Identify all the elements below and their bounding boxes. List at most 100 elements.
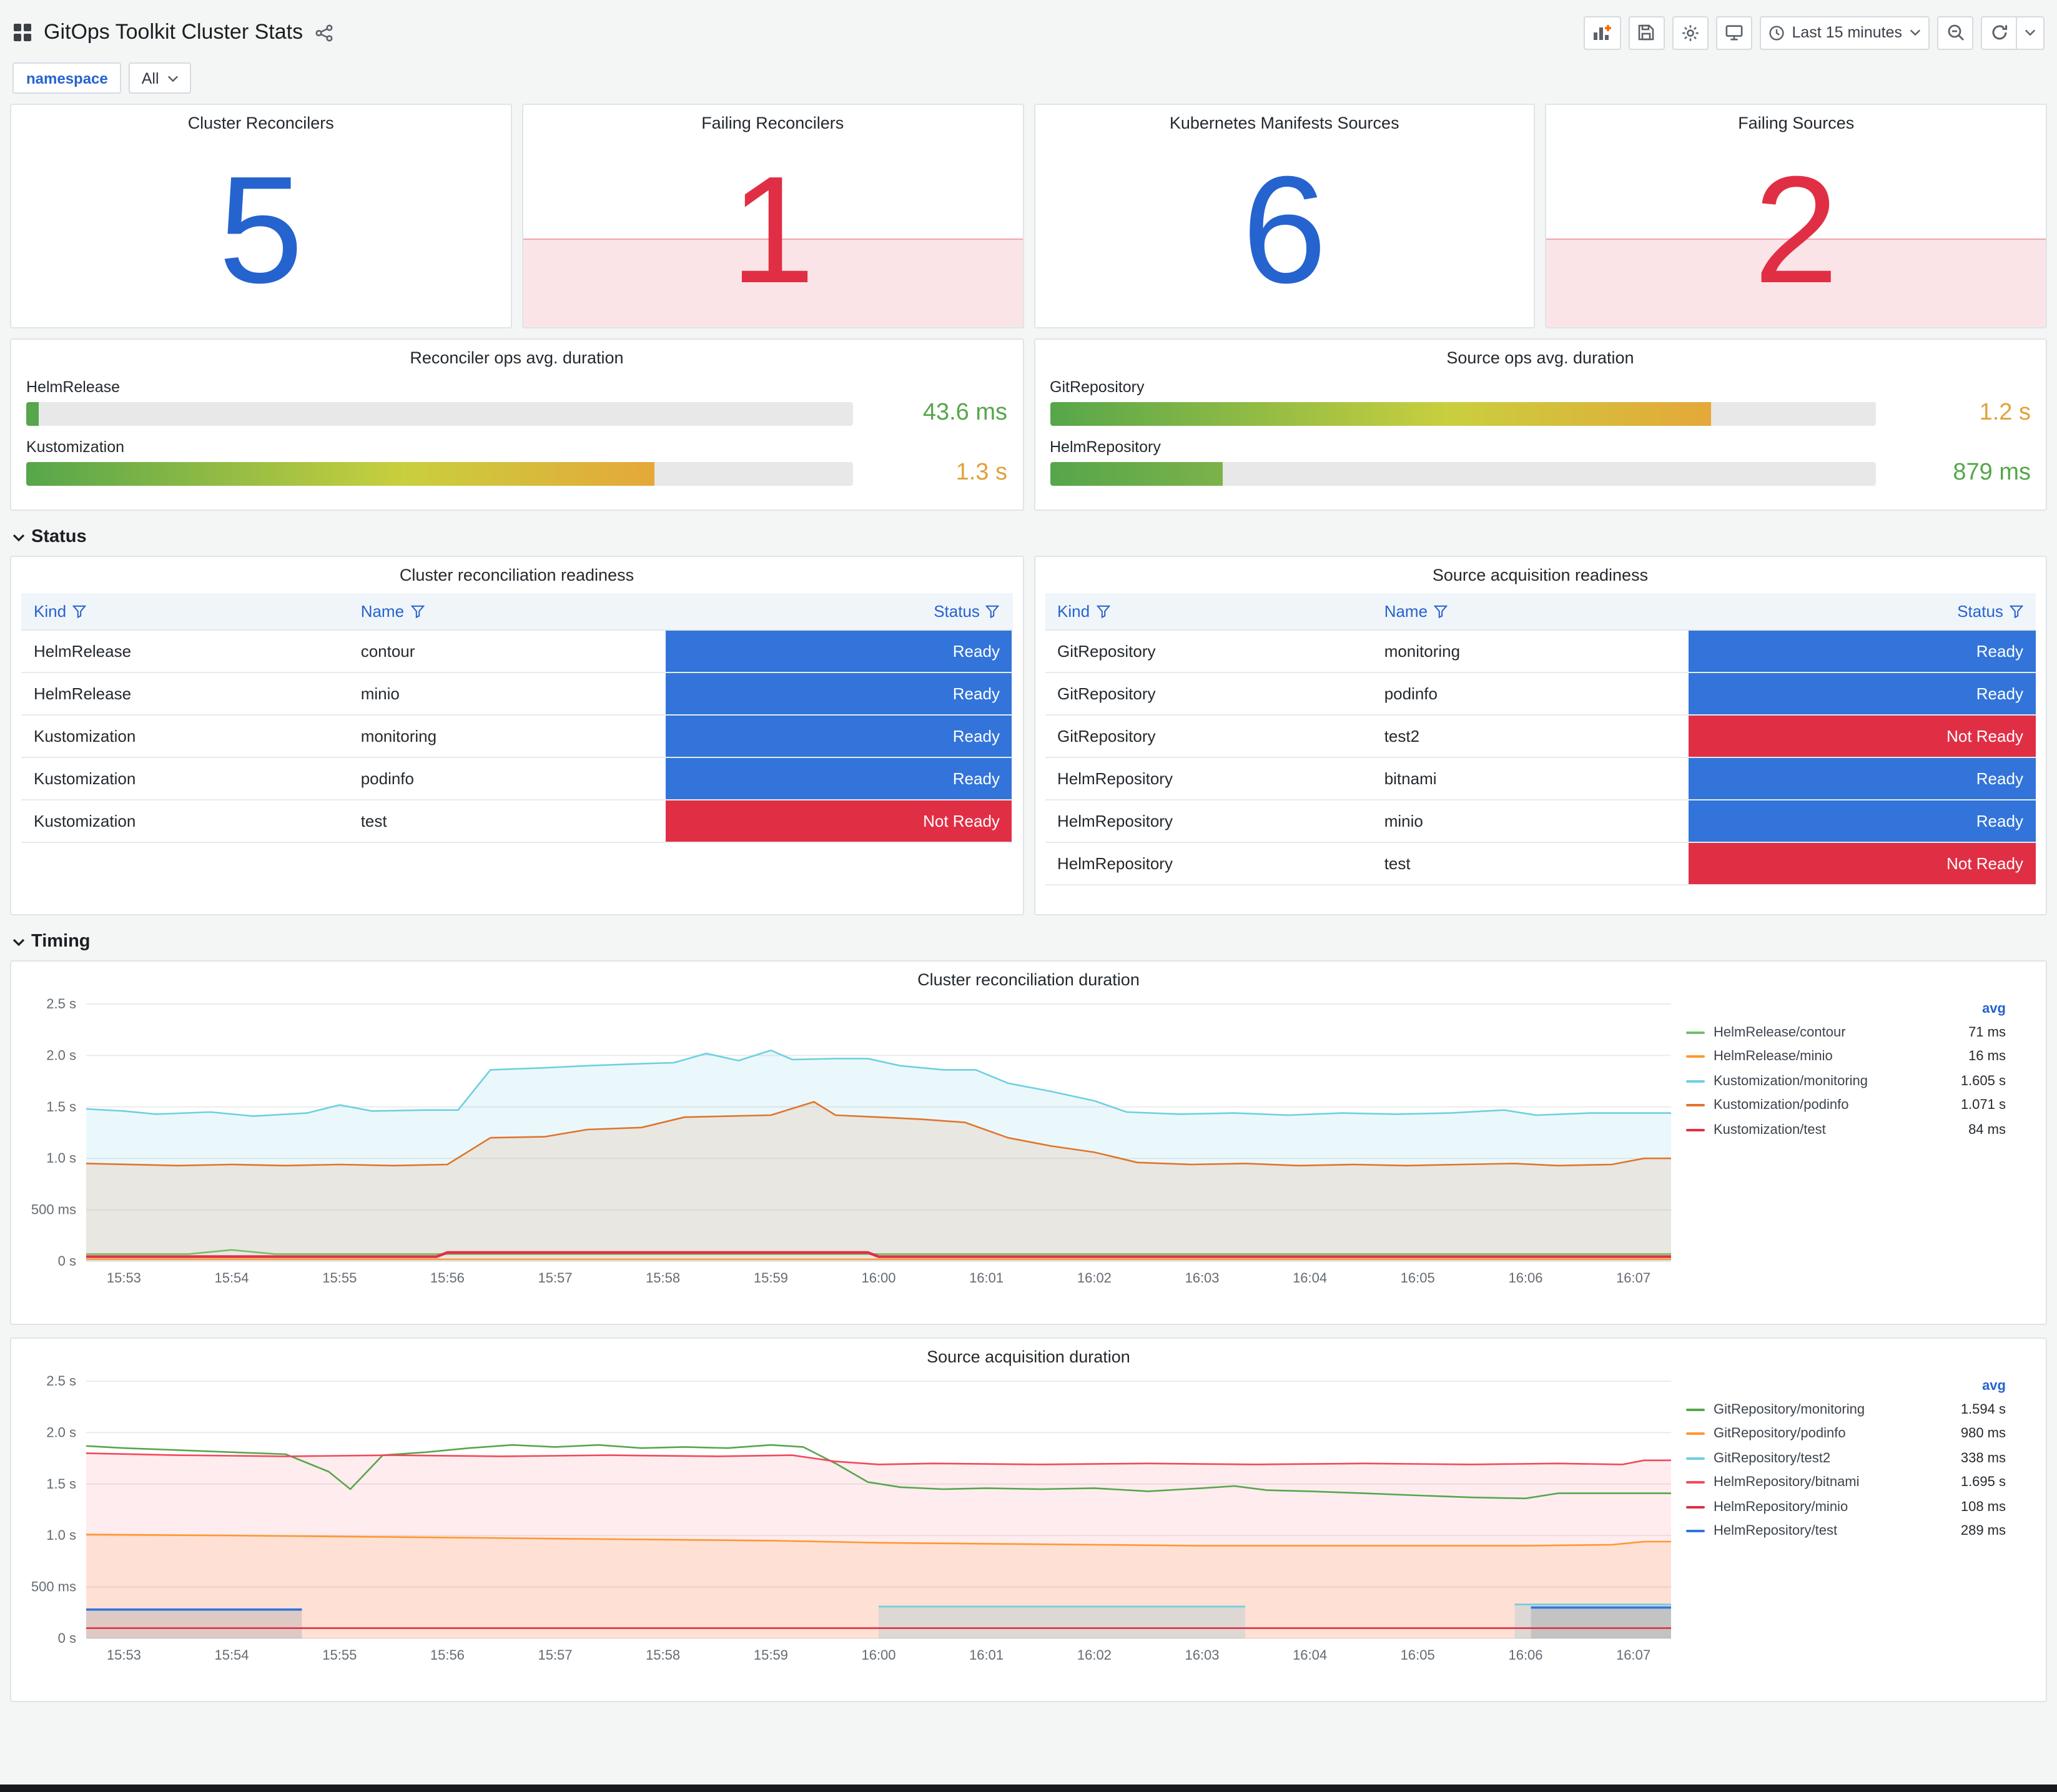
series-color-dash: [1686, 1408, 1705, 1411]
gauge-value: 1.3 s: [955, 460, 1007, 486]
series-color-dash: [1686, 1505, 1705, 1509]
chevron-down-icon: [12, 533, 25, 541]
svg-text:1.0 s: 1.0 s: [46, 1150, 76, 1166]
zoom-out-button[interactable]: [1937, 16, 1973, 49]
column-header-name[interactable]: Name: [348, 593, 666, 629]
timeseries-plot[interactable]: 0 s 500 ms 1.0 s 1.5 s 2.0 s 2.5 s 15:53 15:54 1…: [16, 992, 1684, 1291]
gauge-value: 43.6 ms: [922, 400, 1007, 426]
status-cell: Ready: [1689, 673, 2036, 714]
filter-funnel-icon[interactable]: [410, 604, 425, 618]
column-header-kind[interactable]: Kind: [1045, 593, 1372, 629]
monitor-icon: [1725, 24, 1744, 41]
add-panel-button[interactable]: [1583, 16, 1621, 49]
gauge-value: 879 ms: [1953, 460, 2031, 486]
kind-cell: HelmRelease: [34, 684, 132, 703]
legend-avg-header[interactable]: avg: [1686, 1002, 2006, 1017]
stat-panel-failing-reconcilers: Failing Reconcilers 1: [521, 104, 1024, 328]
svg-text:15:55: 15:55: [322, 1647, 357, 1663]
legend-item[interactable]: GitRepository/monitoring 1.594 s: [1686, 1397, 2006, 1422]
refresh-icon: [1990, 24, 2008, 41]
filter-funnel-icon[interactable]: [1434, 604, 1448, 618]
panel-title[interactable]: Kubernetes Manifests Sources: [1035, 105, 1534, 132]
kind-cell: Kustomization: [34, 727, 136, 746]
series-avg-value: 1.071 s: [1960, 1098, 2006, 1113]
legend-item[interactable]: GitRepository/podinfo 980 ms: [1686, 1422, 2006, 1446]
name-cell: monitoring: [1384, 642, 1461, 661]
svg-text:16:03: 16:03: [1185, 1270, 1219, 1286]
legend-item[interactable]: HelmRepository/test 289 ms: [1686, 1519, 2006, 1543]
status-cell: Ready: [665, 716, 1012, 757]
series-avg-value: 338 ms: [1960, 1450, 2006, 1466]
section-status[interactable]: Status: [10, 523, 2047, 556]
filter-funnel-icon[interactable]: [2009, 604, 2023, 618]
column-header-kind[interactable]: Kind: [21, 593, 348, 629]
series-name: GitRepository/monitoring: [1714, 1402, 1865, 1417]
namespace-filter-value[interactable]: All: [129, 62, 192, 94]
filter-funnel-icon[interactable]: [1096, 604, 1110, 618]
svg-text:15:58: 15:58: [646, 1270, 680, 1286]
gauge-row: Kustomization 1.3 s: [26, 438, 1007, 487]
legend-item[interactable]: Kustomization/test 84 ms: [1686, 1118, 2006, 1142]
gauge-bar: [26, 461, 654, 485]
svg-text:16:01: 16:01: [969, 1647, 1004, 1663]
panel-title[interactable]: Reconciler ops avg. duration: [26, 340, 1007, 367]
namespace-filter-label[interactable]: namespace: [12, 62, 122, 94]
share-icon[interactable]: [314, 23, 333, 42]
panel-title[interactable]: Source acquisition duration: [16, 1339, 2041, 1366]
legend-item[interactable]: Kustomization/monitoring 1.605 s: [1686, 1069, 2006, 1093]
gauge-track: [26, 401, 852, 425]
panel-title[interactable]: Source acquisition readiness: [1035, 557, 2046, 584]
zoom-out-icon: [1946, 24, 1964, 41]
series-avg-value: 1.695 s: [1960, 1475, 2006, 1490]
svg-text:15:58: 15:58: [646, 1647, 680, 1663]
refresh-button[interactable]: [1981, 16, 2017, 49]
svg-text:2.0 s: 2.0 s: [46, 1047, 76, 1063]
timeseries-plot[interactable]: 0 s 500 ms 1.0 s 1.5 s 2.0 s 2.5 s 15:53 15:54 1…: [16, 1369, 1684, 1668]
legend-item[interactable]: HelmRelease/contour 71 ms: [1686, 1020, 2006, 1045]
cycle-view-button[interactable]: [1715, 16, 1752, 49]
series-name: Kustomization/monitoring: [1714, 1073, 1868, 1089]
panel-title[interactable]: Source ops avg. duration: [1050, 340, 2031, 367]
svg-text:500 ms: 500 ms: [31, 1202, 76, 1218]
legend-item[interactable]: HelmRelease/minio 16 ms: [1686, 1045, 2006, 1069]
column-label: Status: [1957, 602, 2003, 621]
time-range-picker[interactable]: Last 15 minutes: [1759, 16, 1930, 49]
svg-text:16:00: 16:00: [861, 1270, 895, 1286]
refresh-interval-dropdown[interactable]: [2017, 16, 2045, 49]
save-dashboard-button[interactable]: [1628, 16, 1665, 49]
column-header-status[interactable]: Status: [666, 593, 1012, 629]
legend-avg-header[interactable]: avg: [1686, 1379, 2006, 1394]
legend-item[interactable]: Kustomization/podinfo 1.071 s: [1686, 1093, 2006, 1118]
svg-text:16:07: 16:07: [1616, 1270, 1650, 1286]
column-header-status[interactable]: Status: [1689, 593, 2036, 629]
status-cell: Ready: [1689, 631, 2036, 672]
apps-grid-icon[interactable]: [12, 22, 32, 42]
panel-title[interactable]: Cluster reconciliation duration: [16, 962, 2041, 989]
section-timing[interactable]: Timing: [10, 928, 2047, 960]
svg-text:16:02: 16:02: [1077, 1647, 1112, 1663]
table-row: GitRepository test2 Not Ready: [1045, 716, 2036, 758]
chart-panel-1: Source acquisition duration 0 s 500 ms 1.0…: [10, 1337, 2047, 1702]
panel-title[interactable]: Cluster Reconcilers: [11, 105, 511, 132]
legend-item[interactable]: GitRepository/test2 338 ms: [1686, 1446, 2006, 1470]
column-header-name[interactable]: Name: [1372, 593, 1689, 629]
series-avg-value: 16 ms: [1968, 1049, 2006, 1065]
svg-text:15:57: 15:57: [538, 1647, 572, 1663]
series-name: HelmRepository/minio: [1714, 1499, 1848, 1515]
legend-item[interactable]: HelmRepository/minio 108 ms: [1686, 1495, 2006, 1519]
filter-funnel-icon[interactable]: [985, 604, 1000, 618]
status-cell: Ready: [665, 673, 1012, 714]
series-color-dash: [1686, 1481, 1705, 1484]
gauge-panel-source-ops: Source ops avg. duration GitRepository 1.…: [1033, 338, 2047, 511]
table-body: HelmRelease contour Ready HelmRelease minio R…: [21, 631, 1012, 843]
dashboard-settings-button[interactable]: [1672, 16, 1709, 49]
name-cell: podinfo: [1384, 684, 1438, 703]
chart-panel-0: Cluster reconciliation duration 0 s 500 m…: [10, 960, 2047, 1325]
chevron-down-icon: [2025, 29, 2036, 36]
legend-item[interactable]: HelmRepository/bitnami 1.695 s: [1686, 1470, 2006, 1495]
series-avg-value: 1.594 s: [1960, 1402, 2006, 1417]
panel-title[interactable]: Failing Sources: [1547, 105, 2046, 132]
filter-funnel-icon[interactable]: [72, 604, 87, 618]
panel-title[interactable]: Failing Reconcilers: [523, 105, 1023, 132]
panel-title[interactable]: Cluster reconciliation readiness: [11, 557, 1022, 584]
